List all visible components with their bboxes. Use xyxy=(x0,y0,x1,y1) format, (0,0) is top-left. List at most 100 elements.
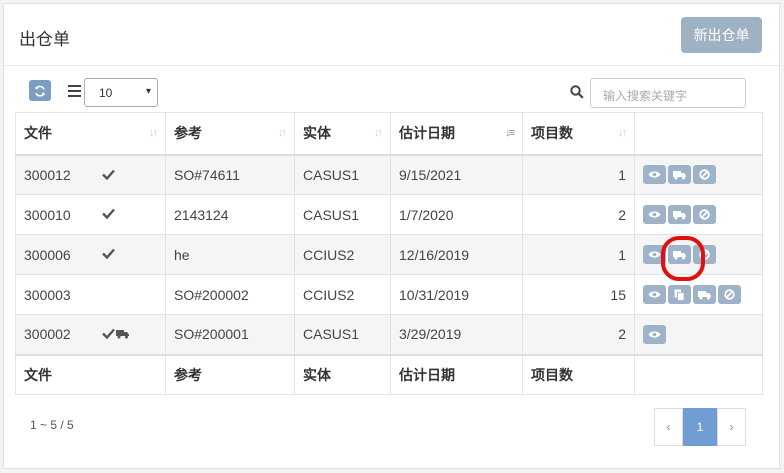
ship-button[interactable] xyxy=(668,205,691,224)
sort-icon: ↓↑ xyxy=(278,127,287,139)
prev-page-button[interactable]: ‹ xyxy=(654,408,683,446)
eye-icon xyxy=(648,171,661,178)
footer-doc: 文件 xyxy=(15,353,166,395)
sort-icon: ↓↑ xyxy=(618,127,627,139)
check-icon xyxy=(102,169,115,180)
column-header-doc[interactable]: 文件 ↓↑ xyxy=(15,112,166,156)
chevron-down-icon: ▾ xyxy=(145,86,151,97)
table-row: 300002 SO#200001 CASUS1 3/29/2019 2 xyxy=(15,314,763,355)
doc-number: 300010 xyxy=(24,206,71,223)
page-1-button[interactable]: 1 xyxy=(683,408,717,446)
doc-cell: 300002 xyxy=(15,314,166,355)
table-row: 300003 SO#200002 CCIUS2 10/31/2019 15 xyxy=(15,274,763,315)
check-icon xyxy=(102,328,115,339)
next-page-button[interactable]: › xyxy=(717,408,746,446)
view-button[interactable] xyxy=(643,165,666,185)
footer-items: 项目数 xyxy=(522,353,635,395)
date-cell: 12/16/2019 xyxy=(390,234,523,275)
ban-icon xyxy=(724,289,735,300)
doc-cell: 300003 xyxy=(15,274,166,315)
column-header-ref[interactable]: 参考 ↓↑ xyxy=(165,112,295,156)
check-icon xyxy=(102,248,115,259)
ref-cell: SO#200002 xyxy=(165,274,295,315)
date-cell: 9/15/2021 xyxy=(390,154,523,195)
column-header-entity[interactable]: 实体 ↓↑ xyxy=(294,112,391,156)
header-label: 文件 xyxy=(24,125,52,142)
truck-icon xyxy=(672,170,686,180)
eye-icon xyxy=(648,291,661,298)
truck-icon xyxy=(672,210,686,219)
footer-date: 估计日期 xyxy=(390,353,523,395)
items-cell: 15 xyxy=(522,274,635,315)
ref-cell: SO#74611 xyxy=(165,154,295,195)
pagination: ‹ 1 › xyxy=(654,408,746,446)
actions-cell xyxy=(634,194,763,235)
eye-icon xyxy=(648,251,661,258)
highlight-circle xyxy=(661,236,705,281)
doc-cell: 300012 xyxy=(15,154,166,195)
view-button[interactable] xyxy=(643,324,666,344)
ref-cell: he xyxy=(165,234,295,275)
header-label: 项目数 xyxy=(531,125,573,142)
column-header-items[interactable]: 项目数 ↓↑ xyxy=(522,112,635,156)
view-button[interactable] xyxy=(643,205,666,224)
actions-cell xyxy=(634,314,763,355)
entity-cell: CASUS1 xyxy=(294,194,391,235)
doc-number: 300006 xyxy=(24,246,71,263)
cancel-button[interactable] xyxy=(693,205,716,224)
entity-cell: CCIUS2 xyxy=(294,234,391,275)
date-cell: 3/29/2019 xyxy=(390,314,523,355)
doc-number: 300012 xyxy=(24,166,71,183)
table-row: 300012 SO#74611 CASUS1 9/15/2021 1 xyxy=(15,154,763,195)
ref-cell: 2143124 xyxy=(165,194,295,235)
ship-button[interactable] xyxy=(668,165,691,185)
outbound-table: 文件 ↓↑ 参考 ↓↑ 实体 ↓↑ 估计日期 ↓≡ 项目数 ↓↑ 300012 SO#74… xyxy=(15,112,763,395)
copy-icon xyxy=(674,289,685,301)
column-header-date[interactable]: 估计日期 ↓≡ xyxy=(390,112,523,156)
ban-icon xyxy=(699,209,710,220)
table-toolbar: 10 ▾ 输入搜索关键字 xyxy=(0,62,784,112)
table-row: 300006 he CCIUS2 12/16/2019 1 xyxy=(15,234,763,275)
search-input[interactable]: 输入搜索关键字 xyxy=(590,78,746,108)
truck-icon xyxy=(116,329,129,338)
doc-number: 300003 xyxy=(24,286,71,303)
copy-button[interactable] xyxy=(668,285,691,304)
items-cell: 1 xyxy=(522,234,635,275)
header-label: 实体 xyxy=(303,125,331,142)
check-icon xyxy=(102,208,115,219)
refresh-icon xyxy=(35,85,45,97)
pagination-info: 1 ~ 5 / 5 xyxy=(30,418,74,432)
doc-cell: 300010 xyxy=(15,194,166,235)
date-cell: 10/31/2019 xyxy=(390,274,523,315)
new-outbound-button[interactable]: 新出仓单 xyxy=(681,17,762,53)
header-label: 估计日期 xyxy=(399,125,455,142)
eye-icon xyxy=(648,211,661,218)
items-cell: 1 xyxy=(522,154,635,195)
footer-actions xyxy=(634,353,763,395)
eye-icon xyxy=(648,331,661,338)
ref-cell: SO#200001 xyxy=(165,314,295,355)
page-size-select[interactable]: 10 ▾ xyxy=(84,78,158,107)
footer-entity: 实体 xyxy=(294,353,391,395)
items-cell: 2 xyxy=(522,194,635,235)
entity-cell: CCIUS2 xyxy=(294,274,391,315)
actions-cell xyxy=(634,154,763,195)
ship-button[interactable] xyxy=(693,285,716,304)
page-size-value: 10 xyxy=(99,86,113,100)
footer-ref: 参考 xyxy=(165,353,295,395)
header-label: 参考 xyxy=(174,125,202,142)
ban-icon xyxy=(699,169,710,180)
date-cell: 1/7/2020 xyxy=(390,194,523,235)
cancel-button[interactable] xyxy=(718,285,741,304)
sort-desc-icon: ↓≡ xyxy=(505,127,515,139)
view-button[interactable] xyxy=(643,285,666,304)
table-row: 300010 2143124 CASUS1 1/7/2020 2 xyxy=(15,194,763,235)
doc-cell: 300006 xyxy=(15,234,166,275)
items-cell: 2 xyxy=(522,314,635,355)
cancel-button[interactable] xyxy=(693,165,716,185)
refresh-button[interactable] xyxy=(29,80,51,101)
sort-icon: ↓↑ xyxy=(374,127,383,139)
panel-header: 出仓单 新出仓单 xyxy=(4,4,779,66)
sort-icon: ↓↑ xyxy=(149,127,158,139)
truck-icon xyxy=(697,290,711,299)
